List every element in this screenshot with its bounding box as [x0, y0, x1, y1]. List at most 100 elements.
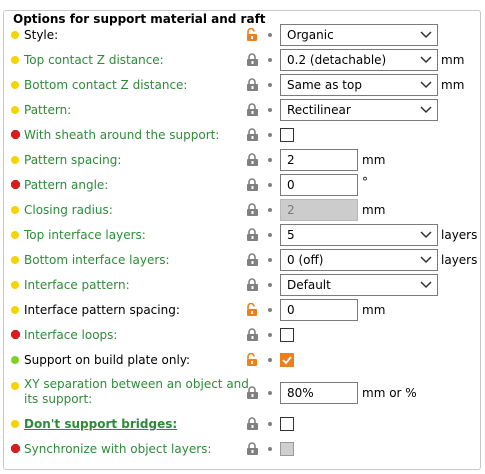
- row-style: Style: Organic: [0, 23, 485, 48]
- top-interface-layers-label: Top interface layers:: [24, 228, 146, 242]
- pattern-spacing-input[interactable]: 2: [280, 149, 358, 171]
- chevron-down-icon: [420, 106, 432, 114]
- locked-icon[interactable]: [246, 128, 259, 141]
- system-value-bullet-icon[interactable]: [268, 308, 272, 312]
- interface-pattern-value: Default: [287, 278, 331, 292]
- locked-icon[interactable]: [246, 178, 259, 191]
- bottom-interface-layers-unit: layers: [441, 253, 478, 267]
- system-value-bullet-icon[interactable]: [268, 233, 272, 237]
- unlocked-icon[interactable]: [246, 353, 259, 366]
- expert-mode-hex-icon: [11, 330, 20, 339]
- simple-mode-dot-icon: [11, 306, 19, 314]
- row-interface-loops: Interface loops:: [0, 323, 485, 348]
- system-value-bullet-icon[interactable]: [268, 333, 272, 337]
- locked-icon[interactable]: [246, 103, 259, 116]
- expert-mode-hex-icon: [11, 180, 20, 189]
- locked-icon[interactable]: [246, 228, 259, 241]
- system-value-bullet-icon[interactable]: [268, 33, 272, 37]
- system-value-bullet-icon[interactable]: [268, 58, 272, 62]
- locked-icon[interactable]: [246, 278, 259, 291]
- closing-radius-unit: mm: [362, 203, 386, 217]
- top-contact-z-select[interactable]: 0.2 (detachable): [280, 49, 438, 71]
- simple-mode-dot-icon: [11, 31, 19, 39]
- top-contact-z-value: 0.2 (detachable): [287, 53, 387, 67]
- system-value-bullet-icon[interactable]: [268, 391, 272, 395]
- row-closing-radius: Closing radius: 2 mm: [0, 198, 485, 223]
- system-value-bullet-icon[interactable]: [268, 133, 272, 137]
- top-interface-layers-select[interactable]: 5: [280, 224, 438, 246]
- system-value-bullet-icon[interactable]: [268, 158, 272, 162]
- interface-pattern-spacing-label: Interface pattern spacing:: [24, 303, 180, 317]
- system-value-bullet-icon[interactable]: [268, 258, 272, 262]
- locked-icon[interactable]: [246, 153, 259, 166]
- dont-support-bridges-checkbox[interactable]: [280, 417, 294, 431]
- system-value-bullet-icon[interactable]: [268, 358, 272, 362]
- simple-mode-dot-icon: [11, 281, 19, 289]
- interface-loops-checkbox[interactable]: [280, 328, 294, 342]
- system-value-bullet-icon[interactable]: [268, 283, 272, 287]
- xy-separation-label-line1: XY separation between an object and: [24, 377, 249, 391]
- closing-radius-value: 2: [287, 203, 295, 217]
- closing-radius-label: Closing radius:: [24, 203, 113, 217]
- locked-icon[interactable]: [246, 203, 259, 216]
- interface-pattern-spacing-unit: mm: [362, 303, 386, 317]
- xy-separation-input[interactable]: 80%: [280, 382, 358, 404]
- locked-icon[interactable]: [246, 417, 259, 430]
- chevron-down-icon: [420, 31, 432, 39]
- simple-mode-dot-icon: [11, 206, 19, 214]
- top-contact-z-unit: mm: [441, 53, 465, 67]
- interface-pattern-spacing-input[interactable]: 0: [280, 299, 358, 321]
- row-bottom-interface-layers: Bottom interface layers: 0 (off) layers: [0, 248, 485, 273]
- locked-icon[interactable]: [246, 78, 259, 91]
- row-pattern: Pattern: Rectilinear: [0, 98, 485, 123]
- locked-icon[interactable]: [246, 328, 259, 341]
- bottom-contact-z-unit: mm: [441, 78, 465, 92]
- top-contact-z-label: Top contact Z distance:: [24, 53, 164, 67]
- locked-icon[interactable]: [246, 253, 259, 266]
- bottom-contact-z-value: Same as top: [287, 78, 362, 92]
- expert-mode-hex-icon: [11, 130, 20, 139]
- synchronize-layers-checkbox: [280, 442, 294, 456]
- row-interface-pattern: Interface pattern: Default: [0, 273, 485, 298]
- interface-pattern-select[interactable]: Default: [280, 274, 438, 296]
- system-value-bullet-icon[interactable]: [268, 447, 272, 451]
- style-label: Style:: [24, 28, 59, 42]
- pattern-select[interactable]: Rectilinear: [280, 99, 438, 121]
- system-value-bullet-icon[interactable]: [268, 422, 272, 426]
- locked-icon[interactable]: [246, 53, 259, 66]
- build-plate-only-label: Support on build plate only:: [24, 353, 191, 367]
- style-select[interactable]: Organic: [280, 24, 438, 46]
- bottom-contact-z-label: Bottom contact Z distance:: [24, 78, 188, 92]
- with-sheath-checkbox[interactable]: [280, 128, 294, 142]
- system-value-bullet-icon[interactable]: [268, 208, 272, 212]
- simple-mode-dot-icon: [11, 382, 19, 390]
- bottom-interface-layers-value: 0 (off): [287, 253, 324, 267]
- simple-mode-dot-icon: [11, 156, 19, 164]
- bottom-interface-layers-select[interactable]: 0 (off): [280, 249, 438, 271]
- row-pattern-spacing: Pattern spacing: 2 mm: [0, 148, 485, 173]
- build-plate-only-checkbox[interactable]: [280, 353, 294, 367]
- pattern-spacing-value: 2: [287, 153, 295, 167]
- chevron-down-icon: [420, 231, 432, 239]
- simple-mode-dot-icon: [11, 106, 19, 114]
- dont-support-bridges-label[interactable]: Don't support bridges:: [24, 417, 177, 432]
- top-interface-layers-unit: layers: [441, 228, 478, 242]
- xy-separation-label-line2: its support:: [24, 392, 93, 406]
- unlocked-icon[interactable]: [246, 28, 259, 41]
- bottom-contact-z-select[interactable]: Same as top: [280, 74, 438, 96]
- row-synchronize-layers: Synchronize with object layers:: [0, 437, 485, 462]
- unlocked-icon[interactable]: [246, 303, 259, 316]
- system-value-bullet-icon[interactable]: [268, 108, 272, 112]
- row-bottom-contact-z: Bottom contact Z distance: Same as top m…: [0, 73, 485, 98]
- chevron-down-icon: [420, 56, 432, 64]
- row-dont-support-bridges: Don't support bridges:: [0, 412, 485, 437]
- pattern-angle-input[interactable]: 0: [280, 174, 358, 196]
- system-value-bullet-icon[interactable]: [268, 83, 272, 87]
- simple-mode-dot-icon: [11, 56, 19, 64]
- pattern-angle-value: 0: [287, 178, 295, 192]
- system-value-bullet-icon[interactable]: [268, 183, 272, 187]
- row-top-contact-z: Top contact Z distance: 0.2 (detachable)…: [0, 48, 485, 73]
- locked-icon[interactable]: [246, 442, 259, 455]
- locked-icon[interactable]: [246, 386, 259, 399]
- row-build-plate-only: Support on build plate only:: [0, 348, 485, 373]
